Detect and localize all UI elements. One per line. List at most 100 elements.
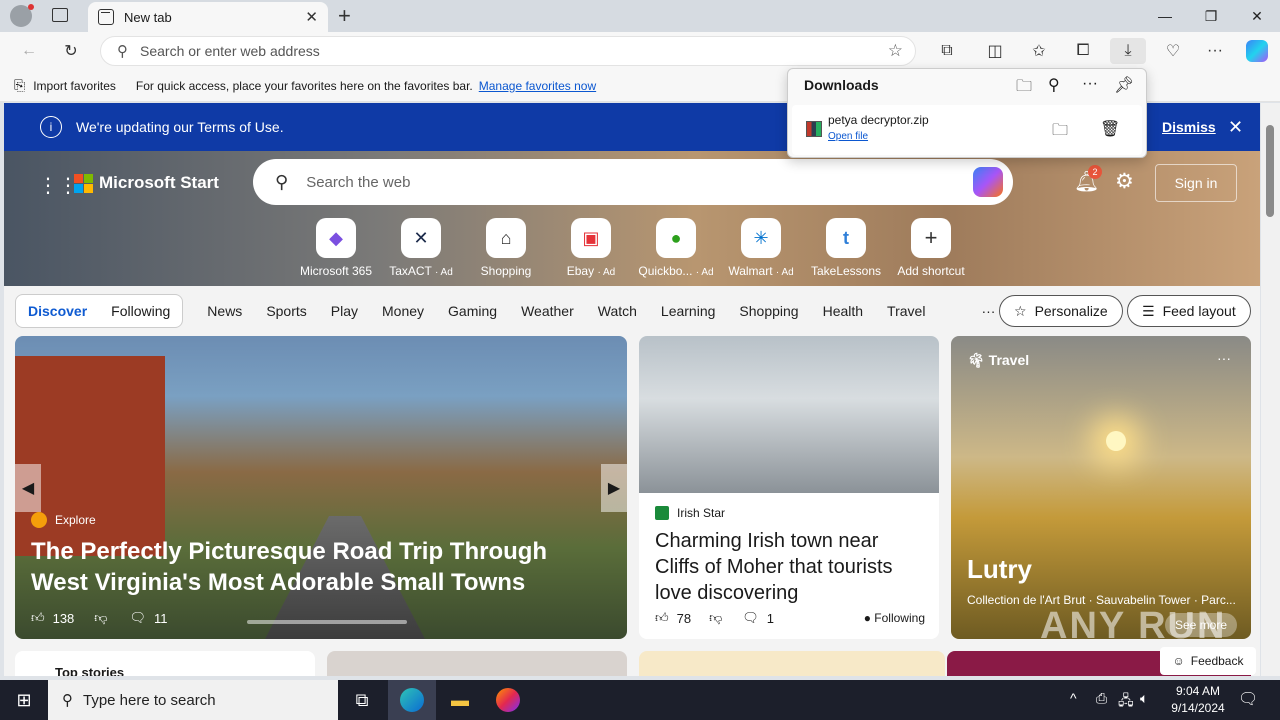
- tab-close-icon[interactable]: ✕: [305, 8, 318, 26]
- open-file-link[interactable]: Open file: [828, 131, 868, 142]
- nav-news[interactable]: News: [207, 303, 242, 319]
- edge-taskbar-icon[interactable]: [388, 680, 436, 720]
- show-in-folder-icon[interactable]: 🗀: [1052, 119, 1068, 146]
- travel-more-icon[interactable]: ···: [1217, 350, 1231, 366]
- story-card-bottom-3[interactable]: [639, 651, 945, 676]
- copilot-search-icon[interactable]: [973, 167, 1003, 197]
- collections-icon[interactable]: ⧠: [1068, 38, 1098, 64]
- minimize-icon[interactable]: —: [1142, 0, 1188, 32]
- quicklink-walmart[interactable]: ✳ Walmart · Ad: [719, 218, 803, 278]
- nav-watch[interactable]: Watch: [598, 303, 637, 319]
- travel-card[interactable]: 🌴︎ Travel ··· Lutry Collection de l'Art …: [951, 336, 1251, 639]
- travel-title[interactable]: Lutry: [967, 554, 1032, 585]
- back-icon[interactable]: ←: [14, 38, 44, 64]
- feedback-button[interactable]: ☺ Feedback: [1160, 647, 1256, 675]
- new-tab-plus-icon[interactable]: +: [338, 3, 360, 29]
- quicklink-shopping[interactable]: ⌂ Shopping: [464, 218, 548, 278]
- tab-new-tab[interactable]: New tab ✕: [88, 2, 328, 32]
- like-icon[interactable]: 👍︎: [31, 610, 45, 626]
- file-explorer-icon[interactable]: ▬: [436, 680, 484, 720]
- dismiss-button[interactable]: Dismiss: [1162, 119, 1216, 135]
- extensions-icon[interactable]: ⧉: [932, 38, 962, 64]
- following-status[interactable]: ● Following: [864, 611, 925, 625]
- nav-learning[interactable]: Learning: [661, 303, 716, 319]
- pin-icon[interactable]: 📌︎: [1114, 75, 1134, 95]
- nav-shopping[interactable]: Shopping: [739, 303, 798, 319]
- watermark: ANY RUN: [1040, 605, 1227, 647]
- restore-icon[interactable]: ❐: [1188, 0, 1234, 32]
- apps-grid-icon[interactable]: ⋮⋮: [38, 173, 78, 198]
- manage-favorites-link[interactable]: Manage favorites now: [479, 79, 596, 93]
- story-title[interactable]: The Perfectly Picturesque Road Trip Thro…: [31, 536, 601, 598]
- featured-story-card[interactable]: ◀ ▶ Explore The Perfectly Picturesque Ro…: [15, 336, 627, 639]
- close-window-icon[interactable]: ✕: [1234, 0, 1280, 32]
- refresh-icon[interactable]: ↻: [56, 38, 86, 64]
- open-folder-icon[interactable]: 🗀: [1016, 75, 1032, 102]
- clock[interactable]: 9:04 AM 9/14/2024: [1166, 683, 1230, 717]
- copilot-icon[interactable]: [1242, 38, 1272, 64]
- taxact-icon: ✕: [401, 218, 441, 258]
- task-view-icon[interactable]: ⧉: [338, 680, 386, 720]
- tray-device-icon[interactable]: ⎙: [1096, 690, 1107, 707]
- network-icon[interactable]: 🖧: [1118, 690, 1134, 714]
- firefox-icon[interactable]: [484, 680, 532, 720]
- nav-travel[interactable]: Travel: [887, 303, 925, 319]
- quicklink-quickbooks[interactable]: ● Quickbo... · Ad: [634, 218, 718, 278]
- irish-source: Irish Star: [655, 506, 725, 520]
- favorites-icon[interactable]: ✩: [1024, 38, 1054, 64]
- nav-weather[interactable]: Weather: [521, 303, 574, 319]
- quicklink-taxact[interactable]: ✕ TaxACT · Ad: [379, 218, 463, 278]
- delete-download-icon[interactable]: 🗑: [1100, 119, 1120, 139]
- dislike-icon[interactable]: 👎︎: [94, 610, 107, 626]
- nav-more-icon[interactable]: ···: [981, 303, 995, 319]
- carousel-prev-icon[interactable]: ◀: [15, 464, 41, 512]
- personalize-star-icon: ☆: [1014, 302, 1027, 319]
- quicklink-add-shortcut[interactable]: + Add shortcut: [889, 218, 973, 278]
- tab-following[interactable]: Following: [99, 303, 182, 319]
- tab-actions-icon[interactable]: [52, 8, 68, 22]
- nav-play[interactable]: Play: [331, 303, 358, 319]
- quicklink-ebay[interactable]: ▣ Ebay · Ad: [549, 218, 633, 278]
- irish-story-card[interactable]: Irish Star Charming Irish town near Clif…: [639, 336, 939, 639]
- sign-in-button[interactable]: Sign in: [1155, 164, 1237, 202]
- nav-sports[interactable]: Sports: [266, 303, 306, 319]
- scrollbar-thumb[interactable]: [1266, 125, 1274, 217]
- dislike-icon[interactable]: 👎︎: [709, 610, 722, 626]
- tray-chevron-icon[interactable]: ^: [1070, 690, 1077, 706]
- web-search-box[interactable]: ⚲ Search the web: [253, 159, 1013, 205]
- comment-icon[interactable]: 🗨: [130, 610, 147, 626]
- search-downloads-icon[interactable]: ⚲: [1048, 75, 1060, 95]
- quicklink-takelessons[interactable]: t TakeLessons: [804, 218, 888, 278]
- feed-layout-button[interactable]: ☰ Feed layout: [1127, 295, 1251, 327]
- nav-health[interactable]: Health: [823, 303, 863, 319]
- nav-gaming[interactable]: Gaming: [448, 303, 497, 319]
- notification-center-icon[interactable]: 🗨: [1238, 689, 1258, 709]
- irish-title[interactable]: Charming Irish town near Cliffs of Moher…: [655, 528, 925, 606]
- tab-discover[interactable]: Discover: [16, 303, 99, 319]
- split-screen-icon[interactable]: ◫: [980, 38, 1010, 64]
- volume-icon[interactable]: 🔈︎: [1140, 690, 1148, 707]
- carousel-next-icon[interactable]: ▶: [601, 464, 627, 512]
- windows-start-icon[interactable]: ⊞: [0, 680, 48, 720]
- page-settings-gear-icon[interactable]: ⚙: [1115, 169, 1134, 194]
- settings-more-icon[interactable]: ···: [1200, 38, 1230, 64]
- page-scrollbar[interactable]: [1261, 103, 1280, 676]
- downloads-more-icon[interactable]: ···: [1082, 75, 1098, 93]
- banner-close-icon[interactable]: ✕: [1228, 117, 1243, 138]
- favorite-star-icon[interactable]: ☆: [888, 41, 903, 61]
- taskbar-search[interactable]: ⚲ Type here to search: [48, 680, 338, 720]
- top-stories-card[interactable]: Top stories: [15, 651, 315, 676]
- address-bar[interactable]: ⚲ Search or enter web address ☆: [100, 36, 916, 66]
- comment-icon[interactable]: 🗨: [742, 610, 759, 626]
- downloads-icon[interactable]: ⤓: [1110, 38, 1146, 64]
- nav-money[interactable]: Money: [382, 303, 424, 319]
- quicklink-microsoft365[interactable]: ◆ Microsoft 365: [294, 218, 378, 278]
- import-favorites-button[interactable]: Import favorites: [33, 79, 116, 93]
- carousel-dots[interactable]: [247, 620, 407, 624]
- personalize-button[interactable]: ☆ Personalize: [999, 295, 1123, 327]
- download-item[interactable]: petya decryptor.zip Open file 🗀 🗑: [792, 105, 1142, 155]
- story-card-bottom-2[interactable]: [327, 651, 627, 676]
- microsoft-start-logo[interactable]: Microsoft Start: [74, 173, 219, 193]
- browser-essentials-icon[interactable]: ♡: [1158, 38, 1188, 64]
- like-icon[interactable]: 👍︎: [655, 610, 669, 626]
